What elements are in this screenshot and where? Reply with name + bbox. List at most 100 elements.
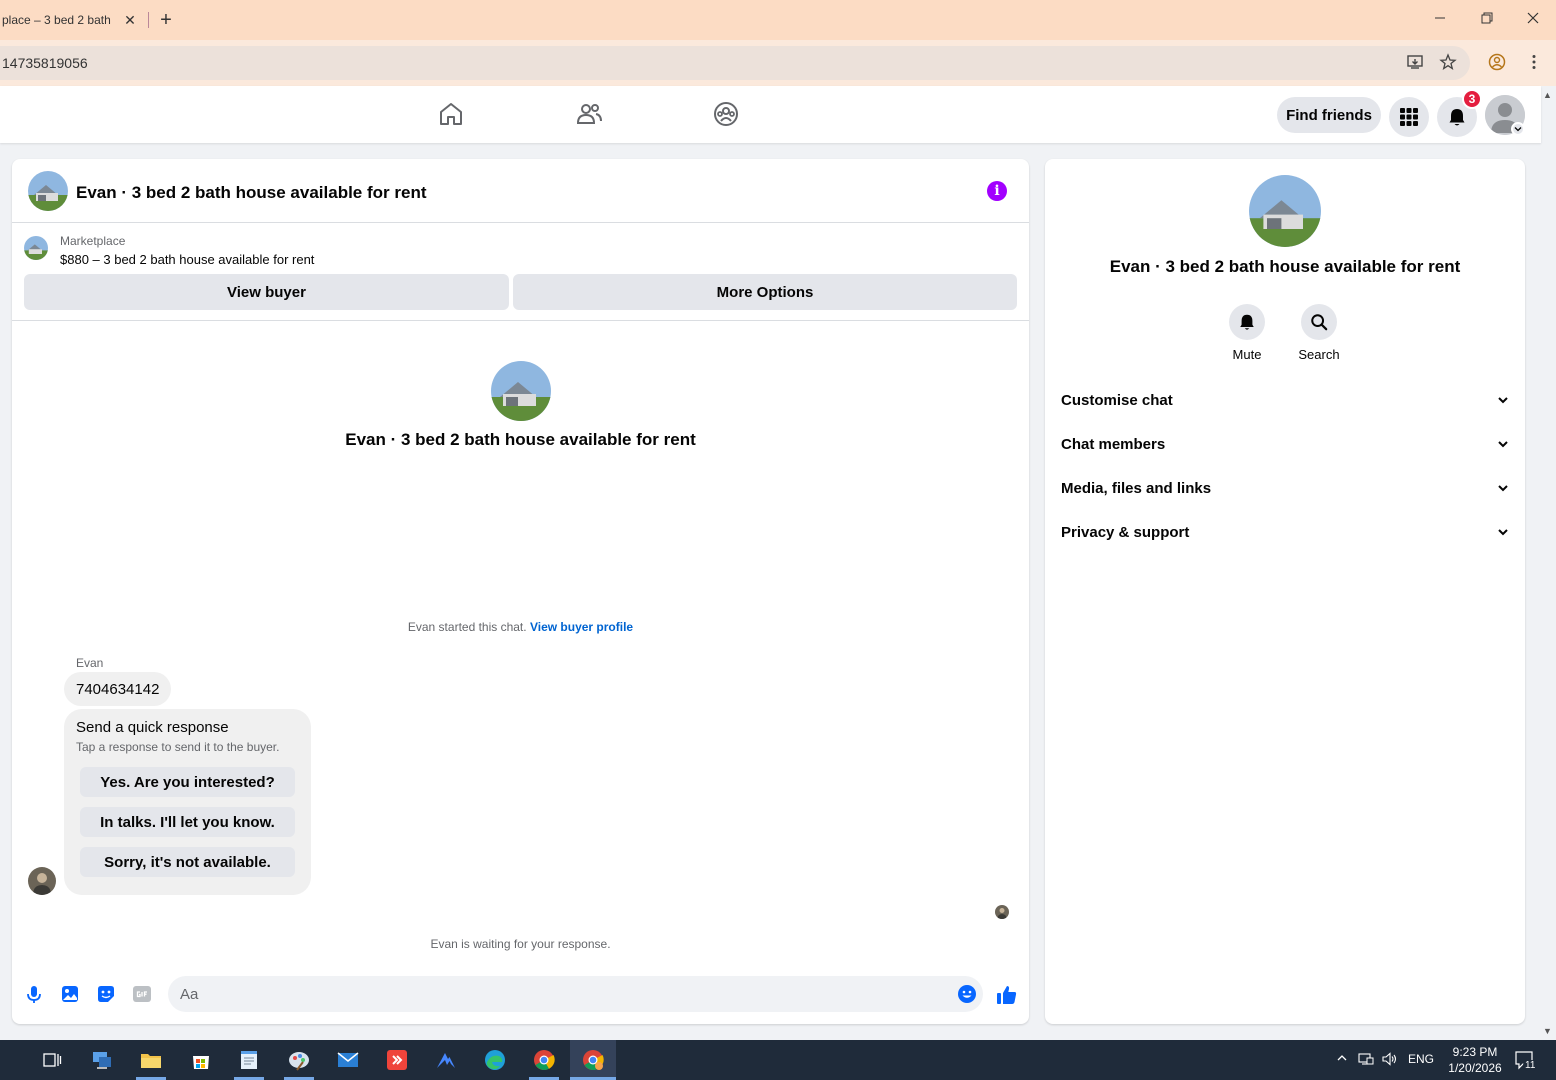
sender-name: Evan (76, 656, 104, 670)
facebook-top-nav: Find friends 3 (0, 86, 1541, 143)
address-bar[interactable]: 14735819056 (0, 46, 1470, 80)
chrome-icon[interactable] (532, 1048, 556, 1072)
close-window-icon[interactable] (1523, 10, 1543, 30)
clock-time: 9:23 PM (1452, 1045, 1498, 1059)
network-computer-icon[interactable] (90, 1048, 114, 1072)
browser-menu-icon[interactable] (1524, 53, 1544, 73)
browser-profile-icon[interactable] (1487, 53, 1507, 73)
view-buyer-profile-link[interactable]: View buyer profile (530, 620, 633, 634)
sticker-icon[interactable] (96, 984, 116, 1004)
section-label: Privacy & support (1061, 523, 1190, 541)
section-label: Chat members (1061, 435, 1166, 453)
file-explorer-icon[interactable] (139, 1048, 163, 1072)
mute-label: Mute (1232, 347, 1262, 362)
quick-response-button[interactable]: Sorry, it's not available. (80, 847, 295, 877)
browser-tab[interactable]: place – 3 bed 2 bath house available for… (0, 0, 148, 40)
mail-icon[interactable] (336, 1048, 360, 1072)
task-view-icon[interactable] (40, 1048, 64, 1072)
chat-started-text: Evan started this chat. (407, 620, 527, 634)
conversation-info-panel: Evan · 3 bed 2 bath house available for … (1045, 159, 1525, 1024)
privacy-support-row[interactable]: Privacy & support (1061, 514, 1509, 550)
marketplace-label: Marketplace (60, 234, 126, 248)
install-app-icon[interactable] (1405, 53, 1425, 73)
quick-response-subtitle: Tap a response to send it to the buyer. (76, 740, 280, 754)
quick-response-card: Send a quick response Tap a response to … (64, 709, 311, 895)
emoji-icon[interactable] (957, 984, 977, 1004)
listing-title[interactable]: $880 – 3 bed 2 bath house available for … (60, 252, 314, 267)
search-icon[interactable] (1301, 304, 1337, 340)
evan-avatar[interactable] (28, 867, 56, 895)
waiting-notice: Evan is waiting for your response. (430, 937, 611, 951)
chat-header: Evan · 3 bed 2 bath house available for … (12, 159, 1029, 223)
windows-taskbar: ENG 9:23 PM 1/20/2026 11 (0, 1040, 1556, 1080)
quick-response-button[interactable]: Yes. Are you interested? (80, 767, 295, 797)
message-input[interactable] (168, 976, 983, 1012)
friends-icon[interactable] (575, 100, 603, 128)
nordvpn-icon[interactable] (434, 1048, 458, 1072)
restore-icon[interactable] (1477, 10, 1497, 30)
browser-toolbar: 14735819056 (0, 40, 1556, 86)
chevron-down-icon (1498, 397, 1508, 404)
chat-intro-house-image (491, 361, 551, 421)
search-label: Search (1298, 347, 1340, 362)
chevron-down-icon (1498, 529, 1508, 536)
account-chevron-down-icon[interactable] (1511, 122, 1525, 136)
notepad-icon[interactable] (237, 1048, 261, 1072)
media-files-links-row[interactable]: Media, files and links (1061, 470, 1509, 506)
chat-header-house-image[interactable] (28, 171, 68, 211)
customise-chat-row[interactable]: Customise chat (1061, 382, 1509, 418)
minimize-icon[interactable] (1430, 10, 1450, 30)
clock-date: 1/20/2026 (1448, 1061, 1502, 1075)
search-action[interactable]: Search (1289, 304, 1349, 362)
quick-response-button[interactable]: In talks. I'll let you know. (80, 807, 295, 837)
tab-close-icon[interactable]: ✕ (122, 12, 138, 28)
store-icon[interactable] (189, 1048, 213, 1072)
action-center-count: 11 (1523, 1060, 1538, 1071)
quick-response-title: Send a quick response (76, 719, 229, 736)
groups-icon[interactable] (712, 100, 740, 128)
home-icon[interactable] (437, 100, 465, 128)
photo-icon[interactable] (60, 984, 80, 1004)
conversation-info-icon[interactable]: i (987, 181, 1007, 201)
chrome-profile-icon[interactable] (581, 1048, 605, 1072)
chevron-down-icon (1498, 441, 1508, 448)
address-text: 14735819056 (2, 55, 88, 71)
chat-members-row[interactable]: Chat members (1061, 426, 1509, 462)
info-title: Evan · 3 bed 2 bath house available for … (1109, 257, 1461, 276)
chat-panel: Evan · 3 bed 2 bath house available for … (12, 159, 1029, 1024)
message-bubble[interactable]: 7404634142 (64, 672, 172, 706)
seen-avatar (995, 905, 1009, 919)
language-indicator[interactable]: ENG (1408, 1052, 1434, 1066)
scroll-up-arrow[interactable]: ▲ (1543, 90, 1552, 100)
message-composer (12, 974, 1029, 1014)
thumbs-up-icon[interactable] (996, 984, 1017, 1004)
system-clock[interactable]: 9:23 PM 1/20/2026 (1440, 1044, 1510, 1076)
gif-icon[interactable] (132, 984, 152, 1004)
notification-badge: 3 (1462, 89, 1482, 109)
edge-browser-icon[interactable] (483, 1048, 507, 1072)
new-tab-button[interactable]: + (156, 10, 176, 30)
listing-thumbnail[interactable] (24, 236, 48, 260)
network-tray-icon[interactable] (1358, 1052, 1374, 1069)
find-friends-button[interactable]: Find friends (1277, 97, 1381, 133)
mute-action[interactable]: Mute (1217, 304, 1277, 362)
tray-expand-icon[interactable] (1336, 1052, 1348, 1067)
view-buyer-button[interactable]: View buyer (24, 274, 509, 310)
mute-bell-icon[interactable] (1229, 304, 1265, 340)
paint-app-icon[interactable] (287, 1048, 311, 1072)
more-options-button[interactable]: More Options (513, 274, 1017, 310)
scroll-down-arrow[interactable]: ▼ (1543, 1026, 1552, 1036)
chat-title: Evan · 3 bed 2 bath house available for … (76, 183, 427, 202)
menu-grid-icon[interactable] (1389, 97, 1429, 137)
bookmark-star-icon[interactable] (1438, 53, 1458, 73)
section-label: Media, files and links (1061, 479, 1212, 497)
tab-separator (148, 12, 149, 28)
section-label: Customise chat (1061, 391, 1173, 409)
microphone-icon[interactable] (24, 984, 44, 1004)
tab-title: place – 3 bed 2 bath house available for… (2, 13, 114, 27)
marketplace-listing: Marketplace $880 – 3 bed 2 bath house av… (12, 224, 1029, 321)
anydesk-icon[interactable] (385, 1048, 409, 1072)
chevron-down-icon (1498, 485, 1508, 492)
info-house-image (1249, 175, 1321, 247)
volume-tray-icon[interactable] (1382, 1052, 1398, 1069)
